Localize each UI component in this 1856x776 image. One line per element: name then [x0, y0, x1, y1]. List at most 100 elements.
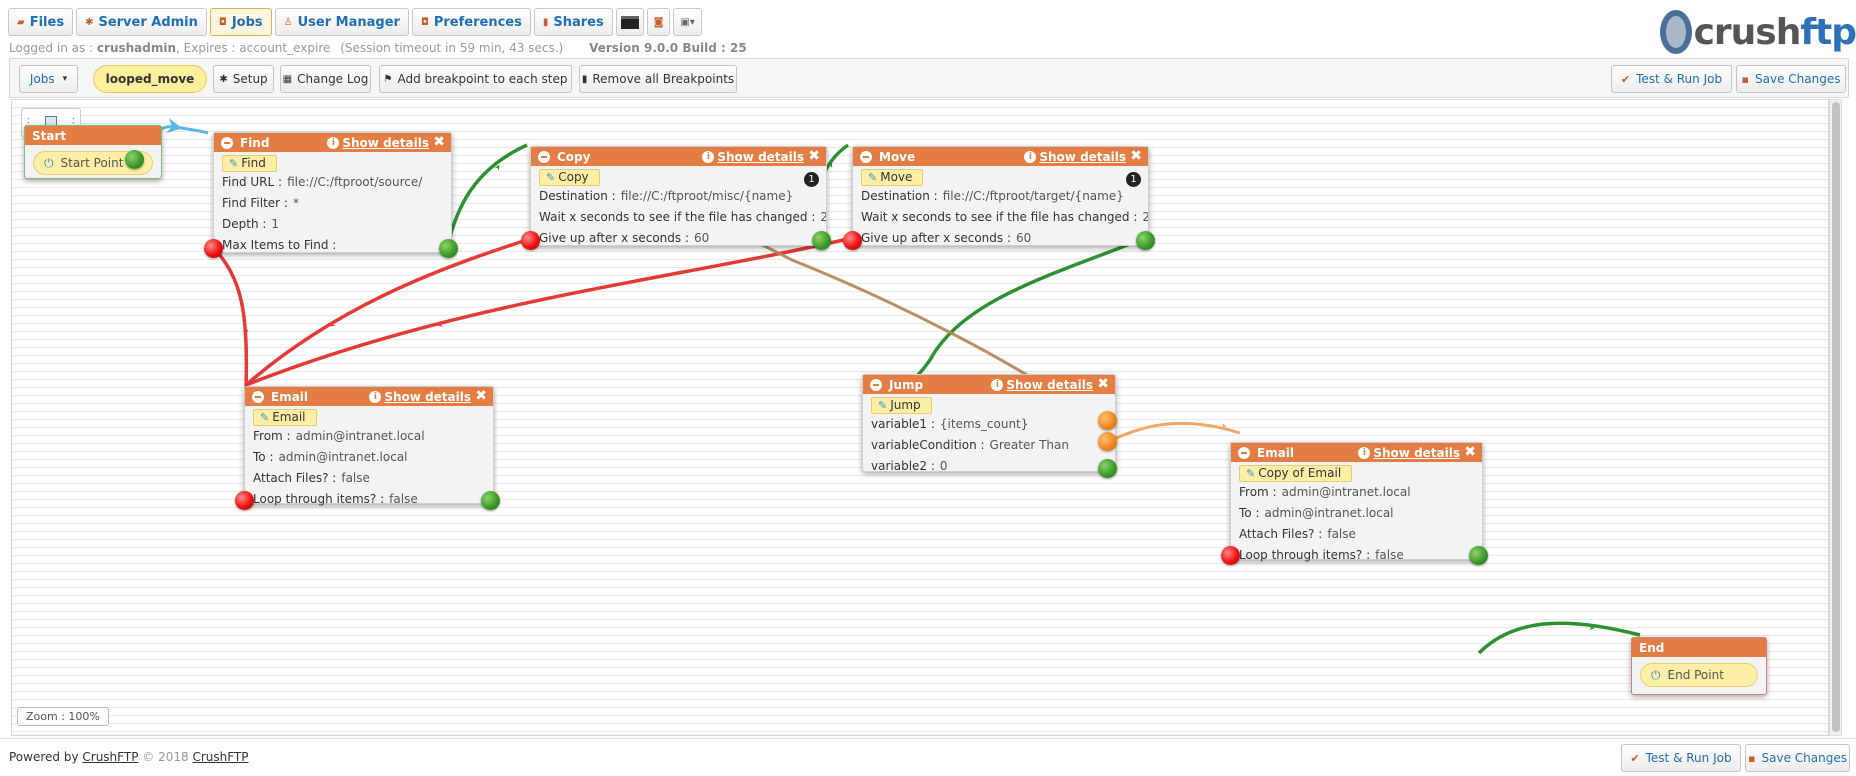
find-node[interactable]: Find i Show details ✖ ✎ Find Find URL : file:…	[204, 132, 458, 258]
move-tag[interactable]: ✎ Move	[861, 169, 924, 186]
check-circle-icon: ✔	[1620, 72, 1631, 86]
copy-node[interactable]: Copy i Show details ✖ ✎ Copy 1 Destination :…	[521, 146, 831, 250]
logo-text-ftp: ftp	[1800, 11, 1856, 53]
email-copy-tag[interactable]: ✎ Copy of Email	[1239, 465, 1353, 482]
plugin-button[interactable]: ◙	[646, 8, 671, 36]
find-show-details[interactable]: i Show details	[327, 133, 429, 152]
tab-shares-label: Shares	[553, 14, 604, 30]
start-success-port[interactable]	[125, 150, 144, 169]
copy-node-header[interactable]: Copy i Show details ✖	[531, 147, 826, 166]
copy-success-port[interactable]	[812, 231, 831, 250]
prop-key: Destination :	[539, 189, 616, 203]
email-copy-failure-port[interactable]	[1221, 546, 1240, 565]
move-prop-destination: Destination : file://C:/ftproot/target/{n…	[853, 186, 1148, 207]
jump-tag[interactable]: ✎ Jump	[871, 397, 932, 414]
start-node-title: Start	[32, 128, 67, 143]
zoom-indicator[interactable]: Zoom : 100%	[17, 707, 109, 726]
jump-show-details[interactable]: i Show details	[991, 375, 1093, 394]
scrollbar-thumb[interactable]	[1832, 102, 1840, 732]
jump-false-port[interactable]	[1098, 432, 1117, 451]
prop-value: 1	[271, 217, 280, 231]
jump-success-port[interactable]	[1098, 459, 1117, 478]
add-breakpoints-label: Add breakpoint to each step	[397, 72, 568, 86]
change-log-button[interactable]: ▦ Change Log	[280, 65, 371, 93]
footer-test-run-job-button[interactable]: ✔ Test & Run Job	[1621, 744, 1741, 772]
footer-save-changes-button[interactable]: ▪ Save Changes	[1745, 744, 1850, 772]
end-node-header[interactable]: End	[1632, 638, 1766, 657]
info-icon: i	[1358, 446, 1371, 459]
tab-user-manager[interactable]: ♙ User Manager	[274, 8, 409, 36]
collapse-icon[interactable]	[538, 150, 550, 163]
jump-node-header[interactable]: Jump i Show details ✖	[863, 375, 1115, 394]
move-node[interactable]: Move i Show details ✖ ✎ Move 1 Destination :…	[843, 146, 1155, 250]
wire-find-fail-email	[212, 246, 249, 391]
collapse-icon[interactable]	[221, 136, 233, 149]
canvas-scrollbar[interactable]	[1829, 99, 1842, 736]
end-point-label: End Point	[1667, 668, 1724, 682]
move-show-details-label: Show details	[1039, 149, 1126, 164]
crushftp-link-2[interactable]: CrushFTP	[192, 750, 248, 764]
close-icon[interactable]: ✖	[433, 133, 445, 152]
close-icon[interactable]: ✖	[1097, 375, 1109, 394]
email-tag[interactable]: ✎ Email	[253, 409, 317, 426]
email-copy-show-details[interactable]: i Show details	[1358, 443, 1460, 462]
start-node-header[interactable]: Start	[25, 126, 161, 145]
email-node[interactable]: Email i Show details ✖ ✎ Email From : admin@i…	[235, 386, 500, 510]
remove-breakpoints-button[interactable]: ▮ Remove all Breakpoints	[579, 65, 737, 93]
save-changes-button[interactable]: ▪ Save Changes	[1736, 65, 1846, 93]
find-failure-port[interactable]	[204, 239, 223, 258]
tab-preferences[interactable]: ◘ Preferences	[411, 8, 531, 36]
copy-show-details[interactable]: i Show details	[702, 147, 804, 166]
close-icon[interactable]: ✖	[808, 147, 820, 166]
copy-breakpoint-badge[interactable]: 1	[804, 172, 819, 187]
move-failure-port[interactable]	[843, 231, 862, 250]
setup-button[interactable]: ✱ Setup	[213, 65, 274, 93]
jump-true-port[interactable]	[1098, 411, 1117, 430]
tab-shares[interactable]: ▮ Shares	[533, 8, 613, 36]
copy-node-title: Copy	[557, 149, 591, 164]
email-show-details[interactable]: i Show details	[369, 387, 471, 406]
job-designer-canvas[interactable]: ⋮ ⋮ Start ⏻ Start Point Find i Show deta…	[11, 99, 1829, 736]
collapse-icon[interactable]	[870, 378, 882, 391]
test-run-job-button[interactable]: ✔ Test & Run Job	[1611, 65, 1732, 93]
collapse-icon[interactable]	[860, 150, 872, 163]
move-show-details[interactable]: i Show details	[1024, 147, 1126, 166]
find-tag[interactable]: ✎ Find	[222, 155, 277, 172]
terminal-button[interactable]	[615, 8, 644, 36]
end-point[interactable]: ⏻ End Point	[1640, 663, 1758, 687]
close-icon[interactable]: ✖	[1130, 147, 1142, 166]
tab-server-admin[interactable]: ✱ Server Admin	[76, 8, 207, 36]
start-node[interactable]: Start ⏻ Start Point	[24, 125, 162, 179]
collapse-icon[interactable]	[1238, 446, 1250, 459]
find-success-port[interactable]	[439, 239, 458, 258]
email-success-port[interactable]	[481, 491, 500, 510]
job-name-pill[interactable]: looped_move	[93, 65, 207, 93]
image-dropdown-button[interactable]: ▣▾	[673, 8, 702, 36]
move-tag-label: Move	[880, 170, 913, 184]
close-icon[interactable]: ✖	[1464, 443, 1476, 462]
tab-jobs[interactable]: ◘ Jobs	[209, 8, 272, 36]
email-copy-node-header[interactable]: Email i Show details ✖	[1231, 443, 1482, 462]
collapse-icon[interactable]	[252, 390, 264, 403]
tab-files[interactable]: ▰ Files	[8, 8, 74, 36]
move-breakpoint-badge[interactable]: 1	[1126, 172, 1141, 187]
move-success-port[interactable]	[1136, 231, 1155, 250]
jump-node[interactable]: Jump i Show details ✖ ✎ Jump variable1 : {ite…	[862, 374, 1117, 478]
find-node-header[interactable]: Find i Show details ✖	[214, 133, 451, 152]
preferences-icon: ◘	[420, 16, 429, 28]
end-node[interactable]: End ⏻ End Point	[1631, 637, 1767, 695]
jobs-dropdown[interactable]: Jobs ▾	[19, 65, 78, 93]
email-failure-port[interactable]	[235, 491, 254, 510]
email-copy-node[interactable]: Email i Show details ✖ ✎ Copy of Email From …	[1221, 442, 1488, 565]
move-node-header[interactable]: Move i Show details ✖	[853, 147, 1148, 166]
prop-key: Find Filter :	[222, 196, 288, 210]
add-breakpoints-button[interactable]: ⚑ Add breakpoint to each step	[379, 65, 572, 93]
crushftp-link[interactable]: CrushFTP	[82, 750, 138, 764]
email-node-header[interactable]: Email i Show details ✖	[245, 387, 493, 406]
copy-tag[interactable]: ✎ Copy	[539, 169, 600, 186]
copy-failure-port[interactable]	[521, 231, 540, 250]
pencil-icon: ✎	[868, 171, 878, 184]
pencil-icon: ✎	[229, 157, 239, 170]
close-icon[interactable]: ✖	[475, 387, 487, 406]
email-copy-success-port[interactable]	[1469, 546, 1488, 565]
